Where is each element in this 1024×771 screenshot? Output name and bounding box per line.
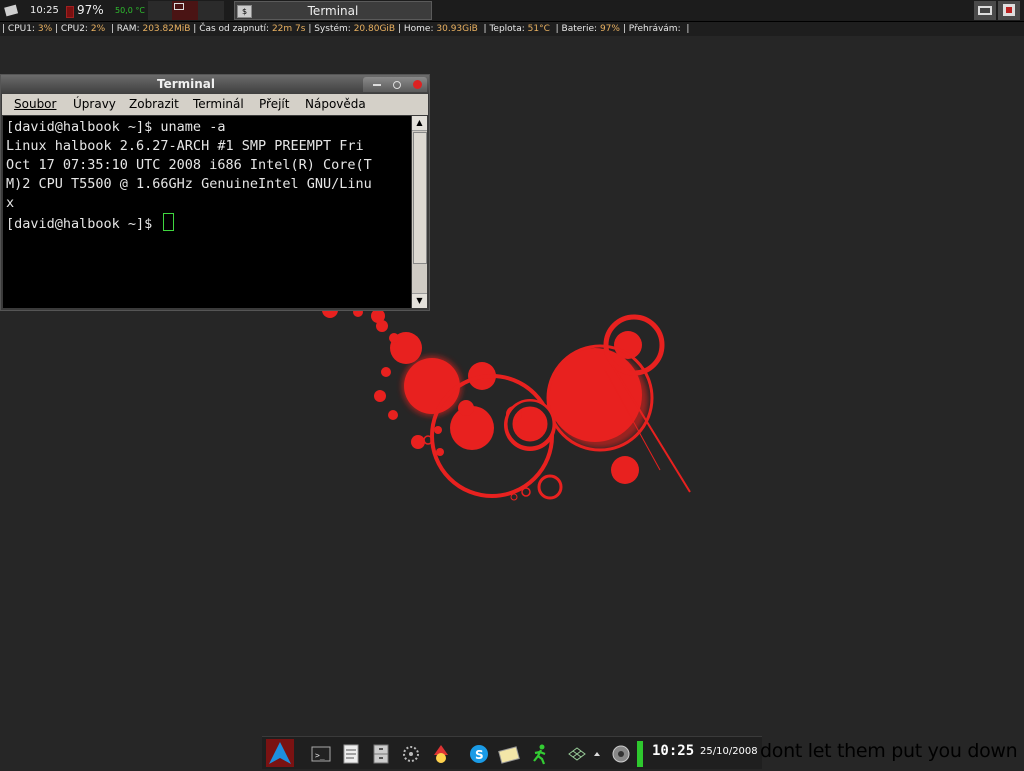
window-controls <box>363 77 427 92</box>
menu-soubor[interactable]: Soubor <box>14 97 56 111</box>
workspace-pager[interactable] <box>172 1 224 20</box>
text-cursor <box>163 213 175 231</box>
terminal-line: M)2 CPU T5500 @ 1.66GHz GenuineIntel GNU… <box>6 176 372 192</box>
home-disk-value: 30.93GiB <box>436 24 478 34</box>
system-info-bar: | CPU1: 3% | CPU2: 2% | RAM: 203.82MiB |… <box>0 22 1024 36</box>
skype-icon[interactable]: S <box>468 743 490 765</box>
top-panel: 10:25 97% 50,0 °C $ Terminal <box>0 0 1024 22</box>
terminal-prompt-line: [david@halbook ~]$ <box>6 213 411 232</box>
cpu-graph <box>148 1 172 20</box>
terminal-prompt: [david@halbook ~]$ <box>6 216 161 232</box>
red-circles <box>322 302 648 484</box>
temperature-value: 51°C <box>527 24 550 34</box>
speaker-icon[interactable] <box>610 743 632 765</box>
terminal-launcher-icon[interactable]: >_ <box>310 743 332 765</box>
terminal-line: Linux halbook 2.6.27-ARCH #1 SMP PREEMPT… <box>6 138 364 154</box>
running-man-icon[interactable] <box>528 743 550 765</box>
menu-napoveda[interactable]: Nápověda <box>305 97 366 111</box>
workspace-1[interactable] <box>172 1 198 20</box>
terminal-output[interactable]: [david@halbook ~]$ uname -a Linux halboo… <box>3 116 411 308</box>
menu-prejit[interactable]: Přejít <box>259 97 289 111</box>
network-grid-icon[interactable] <box>566 743 588 765</box>
arch-logo-icon[interactable] <box>266 739 294 767</box>
top-clock: 10:25 <box>30 5 59 16</box>
window-titlebar[interactable]: Terminal <box>1 75 429 94</box>
bottom-dock: >_ S 10:25 25/10/2008 <box>262 736 762 769</box>
text-editor-icon[interactable] <box>340 743 362 765</box>
terminal-line: [david@halbook ~]$ uname -a <box>6 119 226 135</box>
terminal-window: Terminal Soubor Úpravy Zobrazit Terminál… <box>0 74 430 311</box>
network-tray-icon[interactable] <box>974 1 996 20</box>
dock-date: 25/10/2008 <box>700 746 758 757</box>
close-icon[interactable] <box>413 80 422 89</box>
ram-value: 203.82MiB <box>142 24 191 34</box>
taskbar-terminal-label: Terminal <box>307 4 359 18</box>
scrollbar[interactable]: ▲ ▼ <box>412 116 427 308</box>
cpu2-value: 2% <box>90 24 106 34</box>
menu-launcher-icon[interactable] <box>4 3 19 17</box>
window-title: Terminal <box>156 77 216 91</box>
clown-app-icon[interactable] <box>430 743 452 765</box>
menu-bar: Soubor Úpravy Zobrazit Terminál Přejít N… <box>2 94 428 115</box>
tray-expand-arrow-icon[interactable] <box>592 743 602 765</box>
menu-zobrazit[interactable]: Zobrazit <box>129 97 179 111</box>
cpu1-value: 3% <box>37 24 53 34</box>
scroll-thumb[interactable] <box>413 132 427 264</box>
system-disk-value: 20.80GiB <box>353 24 396 34</box>
terminal-line: Oct 17 07:35:10 UTC 2008 i686 Intel(R) C… <box>6 157 372 173</box>
temp-monitor: 50,0 °C <box>115 6 145 15</box>
settings-gear-icon[interactable] <box>400 743 422 765</box>
scroll-up-arrow[interactable]: ▲ <box>412 116 427 131</box>
wallpaper-slogan: dont let them put you down <box>760 740 1018 762</box>
dock-clock: 10:25 <box>652 743 695 759</box>
menu-upravy[interactable]: Úpravy <box>73 97 116 111</box>
uptime-value: 22m 7s <box>271 24 306 34</box>
user-tray-icon[interactable] <box>998 1 1020 20</box>
battery-percent: 97% <box>77 3 104 17</box>
mail-icon[interactable] <box>498 743 520 765</box>
terminal-line: x <box>6 195 15 211</box>
minimize-icon[interactable] <box>373 84 381 86</box>
scroll-down-arrow[interactable]: ▼ <box>412 293 427 308</box>
maximize-icon[interactable] <box>393 81 401 89</box>
battery-value: 97% <box>599 24 620 34</box>
menu-terminal[interactable]: Terminál <box>193 97 244 111</box>
taskbar-terminal-button[interactable]: $ Terminal <box>234 1 432 20</box>
battery-icon <box>66 6 74 18</box>
volume-level-bar[interactable] <box>637 741 643 767</box>
svg-text:S: S <box>475 748 484 762</box>
file-cabinet-icon[interactable] <box>370 743 392 765</box>
svg-text:>_: >_ <box>315 751 325 760</box>
